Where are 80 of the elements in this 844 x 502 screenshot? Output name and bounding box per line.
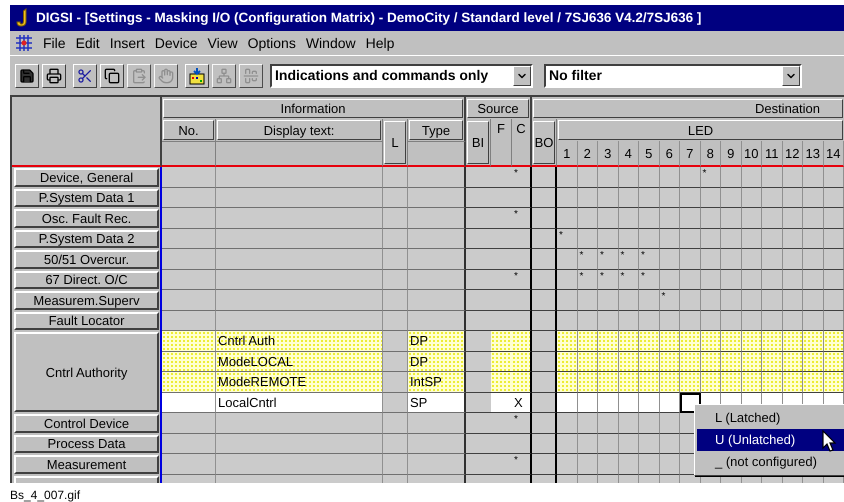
group-button[interactable]: Process Data xyxy=(14,434,159,453)
column-group-header: Information xyxy=(163,99,463,118)
led-number: 8 xyxy=(706,146,714,160)
led-number: 1 xyxy=(563,146,570,160)
menu-item[interactable]: U (Unlatched) xyxy=(697,429,844,451)
menu-item[interactable]: File xyxy=(38,32,71,54)
led-number: 12 xyxy=(785,146,800,160)
led-number: 2 xyxy=(584,146,591,160)
led-number: 13 xyxy=(806,146,820,160)
column-header: No. xyxy=(163,120,214,140)
matrix-cell[interactable]: * xyxy=(598,249,618,270)
matrix-cell[interactable]: * xyxy=(578,270,598,290)
caption: Bs_4_007.gif xyxy=(10,487,80,502)
group-button[interactable]: Measurement xyxy=(14,455,159,474)
group-button[interactable]: Device, General xyxy=(14,168,159,186)
menu-item[interactable]: Help xyxy=(360,32,400,54)
matrix-cell[interactable]: * xyxy=(512,454,532,474)
led-number: 6 xyxy=(666,146,673,160)
menu-item[interactable]: Device xyxy=(150,32,202,54)
matrix-cell[interactable]: * xyxy=(512,270,532,290)
matrix-cell[interactable]: * xyxy=(512,167,532,188)
menu-item[interactable]: Window xyxy=(300,32,361,54)
matrix-cell[interactable]: * xyxy=(578,249,598,270)
group-button[interactable]: 67 Direct. O/C xyxy=(14,270,159,289)
menu-item[interactable]: Options xyxy=(242,32,301,54)
menu-item[interactable]: _ (not configured) xyxy=(697,451,844,473)
group-button[interactable]: Cntrl Authority xyxy=(14,332,159,412)
group-button[interactable]: 50/51 Overcur. xyxy=(14,250,159,268)
matrix-cell[interactable]: * xyxy=(618,249,639,270)
dropdown-value: No filter xyxy=(548,66,603,85)
matrix-cell[interactable]: * xyxy=(512,413,532,434)
filter-dropdown[interactable]: Indications and commands only xyxy=(270,64,533,88)
column-header: BI xyxy=(467,120,489,164)
group-button[interactable]: Measurem.Superv xyxy=(14,291,159,310)
dropdown-value: Indications and commands only xyxy=(274,66,490,85)
column-header: BO xyxy=(533,120,555,164)
column-header: L xyxy=(384,120,406,164)
matrix-cell[interactable]: * xyxy=(618,270,639,290)
menu-item[interactable]: View xyxy=(202,32,243,54)
matrix-cell[interactable]: * xyxy=(660,290,680,310)
led-number: 10 xyxy=(744,146,758,160)
menu-item[interactable]: L (Latched) xyxy=(697,407,844,429)
led-number: 4 xyxy=(624,146,632,160)
matrix-cell[interactable]: IntSP xyxy=(408,372,466,392)
led-number: 14 xyxy=(826,146,840,160)
matrix-cell[interactable]: * xyxy=(639,249,660,270)
matrix-cell[interactable]: * xyxy=(700,167,721,188)
column-header: C xyxy=(516,121,526,136)
led-number: 11 xyxy=(765,146,778,160)
matrix-cell[interactable]: X xyxy=(512,392,532,413)
menu-item[interactable]: Insert xyxy=(104,32,150,54)
matrix-cell[interactable]: ModeLOCAL xyxy=(216,352,383,372)
matrix-cell[interactable]: Cntrl Auth xyxy=(216,331,383,352)
column-group-header: Source xyxy=(467,99,529,118)
matrix-cell[interactable]: * xyxy=(639,270,660,290)
column-header: Type xyxy=(409,120,463,140)
led-number: 9 xyxy=(727,146,734,160)
matrix-cell[interactable]: * xyxy=(512,208,532,228)
group-button[interactable]: P.System Data 2 xyxy=(14,230,159,248)
matrix-cell[interactable]: ModeREMOTE xyxy=(216,372,383,392)
led-number: 5 xyxy=(645,146,652,160)
window-title: DIGSI - [Settings - Masking I/O (Configuration Matrix) - DemoCity / Standard level / 7SJ636 V4.2/7SJ636 ] xyxy=(36,8,702,27)
group-button[interactable]: Fault Locator xyxy=(14,312,159,330)
led-number: 7 xyxy=(686,146,694,160)
matrix-cell[interactable]: DP xyxy=(408,352,466,372)
matrix-cell[interactable]: * xyxy=(557,228,578,249)
filter-dropdown[interactable]: No filter xyxy=(544,64,802,88)
menu-item[interactable]: Edit xyxy=(70,32,105,54)
column-group-header: LED xyxy=(558,120,843,140)
matrix-cell[interactable]: * xyxy=(598,270,618,290)
led-number: 3 xyxy=(604,146,612,160)
group-button[interactable]: Osc. Fault Rec. xyxy=(14,209,159,228)
column-header: F xyxy=(497,121,505,136)
matrix-cell[interactable]: LocalCntrl xyxy=(216,392,383,413)
column-header: Display text: xyxy=(217,120,381,140)
group-button[interactable]: Control Device xyxy=(14,414,159,432)
matrix-cell[interactable]: SP xyxy=(408,392,466,413)
group-button[interactable]: P.System Data 1 xyxy=(14,188,159,207)
column-group-header: Destination xyxy=(533,99,843,118)
matrix-cell[interactable]: DP xyxy=(408,331,466,352)
